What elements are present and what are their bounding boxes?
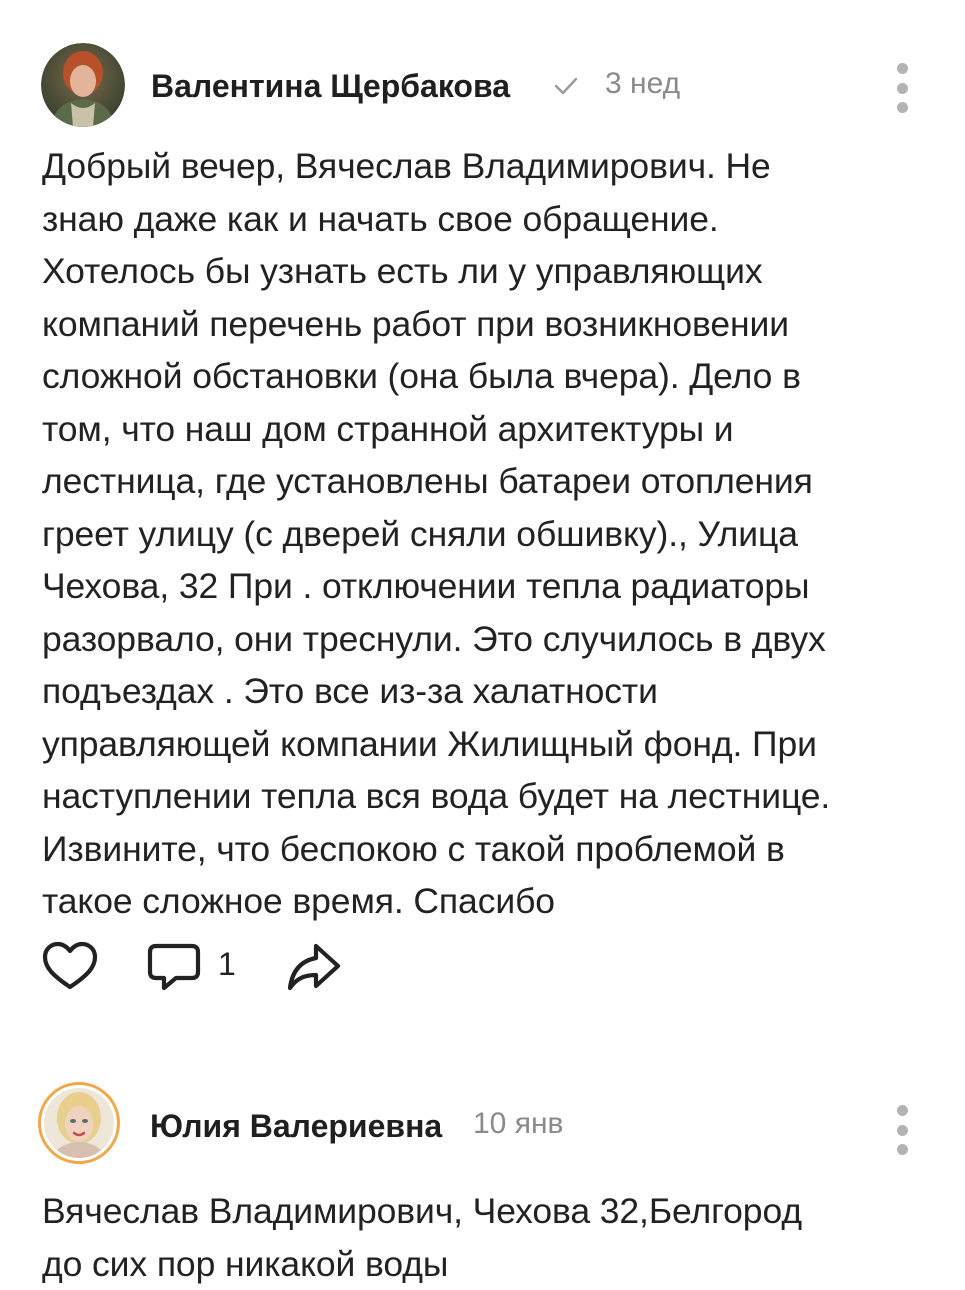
heart-icon: [42, 940, 98, 994]
text-line: компаний перечень работ при возникновени…: [42, 298, 922, 351]
like-button[interactable]: [42, 940, 98, 994]
text-line: подъездах . Это все из-за халатности: [42, 665, 922, 718]
dot: [897, 63, 908, 74]
text-line: до сих пор никакой воды: [42, 1238, 922, 1290]
text-line: сложной обстановки (она была вчера). Дел…: [42, 350, 922, 403]
post-time: 10 янв: [473, 1107, 563, 1141]
text-line: греет улицу (с дверей сняли обшивку)., У…: [42, 508, 922, 561]
post: Юлия Валериевна 10 янв Вячеслав Владимир…: [0, 1060, 965, 1280]
more-vertical-icon[interactable]: [892, 63, 912, 113]
text-line: такое сложное время. Спасибо: [42, 875, 922, 928]
text-line: управляющей компании Жилищный фонд. При: [42, 718, 922, 771]
dot: [897, 1105, 908, 1116]
text-line: том, что наш дом странной архитектуры и: [42, 403, 922, 456]
avatar-photo: [41, 43, 125, 127]
text-line: Добрый вечер, Вячеслав Владимирович. Не: [42, 140, 922, 193]
more-vertical-icon[interactable]: [892, 1105, 912, 1155]
text-line: разорвало, они треснули. Это случилось в…: [42, 613, 922, 666]
author-name[interactable]: Валентина Щербакова: [151, 68, 510, 105]
text-line: Извините, что беспокою с такой проблемой…: [42, 823, 922, 876]
comment-count: 1: [218, 946, 236, 983]
dot: [897, 102, 908, 113]
avatar[interactable]: [38, 1082, 120, 1164]
text-line: знаю даже как и начать свое обращение.: [42, 193, 922, 246]
check-icon: [552, 72, 580, 100]
post-time: 3 нед: [605, 67, 680, 101]
share-button[interactable]: [286, 940, 342, 994]
text-line: Вячеслав Владимирович, Чехова 32,Белгоро…: [42, 1185, 922, 1238]
comment-button[interactable]: [146, 940, 202, 994]
post-text: Вячеслав Владимирович, Чехова 32,Белгоро…: [42, 1185, 922, 1290]
text-line: Хотелось бы узнать есть ли у управляющих: [42, 245, 922, 298]
dot: [897, 83, 908, 94]
dot: [897, 1125, 908, 1136]
text-line: лестница, где установлены батареи отопле…: [42, 455, 922, 508]
avatar-photo: [44, 1088, 114, 1158]
avatar[interactable]: [41, 43, 125, 127]
dot: [897, 1144, 908, 1155]
share-arrow-icon: [286, 940, 342, 994]
author-name[interactable]: Юлия Валериевна: [150, 1108, 442, 1145]
text-line: Чехова, 32 При . отключении тепла радиат…: [42, 560, 922, 613]
comment-bubble-icon: [146, 940, 202, 994]
text-line: наступлении тепла вся вода будет на лест…: [42, 770, 922, 823]
post: Валентина Щербакова 3 нед Добрый вечер, …: [0, 0, 965, 1040]
post-text: Добрый вечер, Вячеслав Владимирович. Не …: [42, 140, 922, 928]
